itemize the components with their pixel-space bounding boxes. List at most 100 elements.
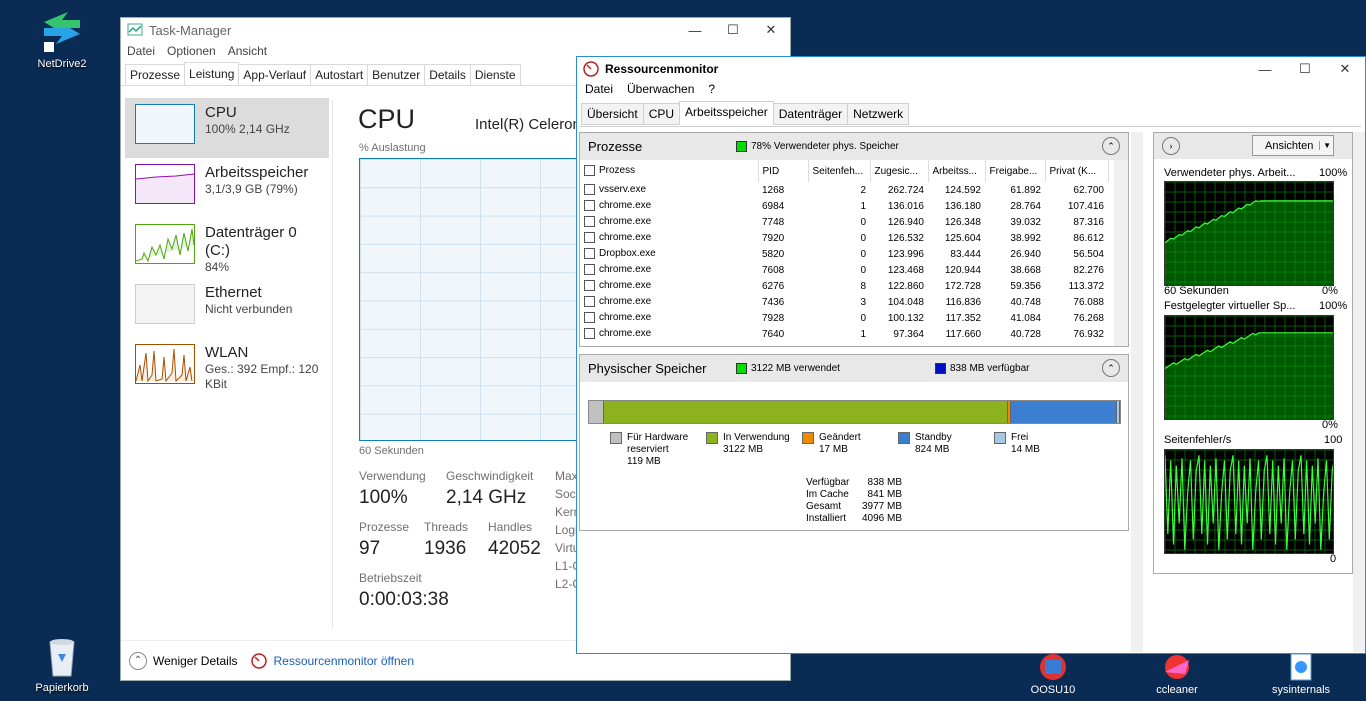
memory-bar-segment-standby bbox=[1010, 401, 1118, 423]
column-header-zugesichert[interactable]: Zugesic... bbox=[870, 160, 929, 182]
resource-wlan[interactable]: WLAN Ges.: 392 Empf.: 120 KBit bbox=[125, 338, 329, 398]
minimize-button[interactable]: — bbox=[1245, 57, 1285, 81]
tab-details[interactable]: Details bbox=[424, 64, 471, 85]
tab-benutzer[interactable]: Benutzer bbox=[367, 64, 426, 85]
table-row[interactable]: Dropbox.exe 5820 0 123.996 83.444 26.940 56.50… bbox=[580, 246, 1108, 262]
desktop-icon-recycle-bin[interactable]: Papierkorb bbox=[27, 632, 97, 694]
summary-row: Im Cache 841 MB bbox=[806, 489, 902, 501]
select-all-checkbox[interactable] bbox=[584, 165, 595, 177]
spec-label: Logi bbox=[555, 523, 578, 537]
summary-label: Verfügbar bbox=[806, 477, 850, 488]
maximize-button[interactable]: ☐ bbox=[714, 18, 752, 42]
process-name-cell: chrome.exe bbox=[580, 230, 758, 246]
chevron-up-icon[interactable]: ⌃ bbox=[129, 651, 147, 670]
column-header-arbeitssatz[interactable]: Arbeitss... bbox=[928, 160, 986, 182]
row-checkbox[interactable] bbox=[584, 200, 595, 212]
menu-optionen[interactable]: Optionen bbox=[167, 44, 216, 58]
row-checkbox[interactable] bbox=[584, 312, 595, 324]
physical-memory-header[interactable]: Physischer Speicher 3122 MB verwendet 83… bbox=[580, 355, 1128, 382]
table-cell: 76.268 bbox=[1073, 312, 1104, 324]
table-row[interactable]: vsserv.exe 1268 2 262.724 124.592 61.892 62.70… bbox=[580, 182, 1108, 198]
summary-value: 3977 MB bbox=[861, 501, 902, 512]
tab-app-verlauf[interactable]: App-Verlauf bbox=[238, 64, 312, 85]
tab-netzwerk[interactable]: Netzwerk bbox=[847, 103, 910, 125]
row-checkbox[interactable] bbox=[584, 232, 595, 244]
table-row[interactable]: chrome.exe 7608 0 123.468 120.944 38.668 82.27… bbox=[580, 262, 1108, 278]
menu-datei[interactable]: Datei bbox=[127, 44, 155, 58]
process-name-cell: chrome.exe bbox=[580, 310, 758, 326]
row-checkbox[interactable] bbox=[584, 328, 595, 340]
table-row[interactable]: chrome.exe 7748 0 126.940 126.348 39.032 87.31… bbox=[580, 214, 1108, 230]
tab-leistung[interactable]: Leistung bbox=[184, 62, 240, 85]
menu-datei[interactable]: Datei bbox=[585, 82, 613, 96]
table-row[interactable]: chrome.exe 7640 1 97.364 117.660 40.728 76.932 bbox=[580, 326, 1108, 342]
resource-cpu[interactable]: CPU 100% 2,14 GHz bbox=[125, 98, 329, 158]
desktop-icon-sysinternals[interactable]: sysinternals bbox=[1261, 652, 1341, 696]
table-row[interactable]: chrome.exe 7436 3 104.048 116.836 40.748 76.08… bbox=[580, 294, 1108, 310]
row-checkbox[interactable] bbox=[584, 296, 595, 308]
processes-header[interactable]: Prozesse 78% Verwendeter phys. Speicher … bbox=[580, 133, 1128, 160]
table-row[interactable]: chrome.exe 7920 0 126.532 125.604 38.992 86.61… bbox=[580, 230, 1108, 246]
menu-ueberwachen[interactable]: Überwachen bbox=[627, 82, 694, 96]
row-checkbox[interactable] bbox=[584, 184, 595, 196]
desktop-icon-ccleaner[interactable]: ccleaner bbox=[1137, 652, 1217, 696]
table-cell: 5820 bbox=[762, 248, 785, 260]
row-checkbox[interactable] bbox=[584, 248, 595, 260]
views-button[interactable]: Ansichten ▼ bbox=[1252, 135, 1334, 156]
table-row[interactable]: chrome.exe 6276 8 122.860 172.728 59.356 113.3… bbox=[580, 278, 1108, 294]
chevron-right-icon[interactable]: › bbox=[1162, 137, 1180, 155]
resource-disk[interactable]: Datenträger 0 (C:) 84% bbox=[125, 218, 329, 278]
table-cell: 38.992 bbox=[1010, 232, 1041, 244]
column-header-seitenfehler[interactable]: Seitenfeh... bbox=[808, 160, 871, 182]
table-header: Prozess PID Seitenfeh... Zugesic... Arbe… bbox=[580, 160, 1109, 182]
tab-datentraeger[interactable]: Datenträger bbox=[772, 103, 849, 125]
collapse-icon[interactable]: ⌃ bbox=[1102, 359, 1120, 377]
process-scrollbar[interactable] bbox=[1114, 160, 1128, 346]
column-header-pid[interactable]: PID bbox=[758, 160, 809, 182]
column-header-prozess[interactable]: Prozess bbox=[580, 160, 759, 182]
column-header-privat[interactable]: Privat (K... bbox=[1045, 160, 1109, 182]
legend-swatch bbox=[898, 432, 910, 444]
graph-title: Festgelegter virtueller Sp... bbox=[1164, 300, 1296, 312]
process-name-cell: vsserv.exe bbox=[580, 182, 758, 198]
collapse-icon[interactable]: ⌃ bbox=[1102, 137, 1120, 155]
maximize-button[interactable]: ☐ bbox=[1285, 57, 1325, 81]
close-button[interactable]: ✕ bbox=[752, 18, 790, 42]
resource-memory[interactable]: Arbeitsspeicher 3,1/3,9 GB (79%) bbox=[125, 158, 329, 218]
tab-cpu[interactable]: CPU bbox=[642, 103, 681, 125]
row-checkbox[interactable] bbox=[584, 280, 595, 292]
resource-ethernet[interactable]: Ethernet Nicht verbunden bbox=[125, 278, 329, 338]
tab-uebersicht[interactable]: Übersicht bbox=[581, 103, 644, 125]
row-checkbox[interactable] bbox=[584, 216, 595, 228]
menu-help[interactable]: ? bbox=[708, 82, 715, 96]
table-cell: 82.276 bbox=[1073, 264, 1104, 276]
desktop-icon-oosu10[interactable]: OOSU10 bbox=[1013, 652, 1093, 696]
pane-divider[interactable] bbox=[332, 100, 333, 628]
processes-panel: Prozesse 78% Verwendeter phys. Speicher … bbox=[579, 132, 1129, 347]
minimize-button[interactable]: — bbox=[676, 18, 714, 42]
open-resource-monitor-link[interactable]: Ressourcenmonitor öffnen bbox=[273, 654, 414, 668]
stat-value: 100% bbox=[359, 487, 408, 508]
table-row[interactable]: chrome.exe 7928 0 100.132 117.352 41.084 76.26… bbox=[580, 310, 1108, 326]
legend-item: In Verwendung 3122 MB bbox=[706, 432, 803, 456]
menu-ansicht[interactable]: Ansicht bbox=[228, 44, 267, 58]
table-row[interactable]: chrome.exe 6984 1 136.016 136.180 28.764 107.4… bbox=[580, 198, 1108, 214]
table-cell: 7436 bbox=[762, 296, 785, 308]
graph-title: Verwendeter phys. Arbeit... bbox=[1164, 167, 1296, 179]
row-checkbox[interactable] bbox=[584, 264, 595, 276]
table-cell: 41.084 bbox=[1010, 312, 1041, 324]
column-header-freigabe[interactable]: Freigabe... bbox=[985, 160, 1046, 182]
graph-scrollbar[interactable] bbox=[1353, 132, 1365, 652]
tab-dienste[interactable]: Dienste bbox=[469, 64, 521, 85]
tab-prozesse[interactable]: Prozesse bbox=[125, 64, 186, 85]
memory-bar-segment-inuse bbox=[604, 401, 1008, 423]
detail-heading: CPU bbox=[358, 104, 416, 134]
tab-autostart[interactable]: Autostart bbox=[310, 64, 369, 85]
desktop-icon-netdrive[interactable]: NetDrive2 bbox=[27, 8, 97, 70]
task-manager-icon bbox=[127, 22, 143, 38]
tab-arbeitsspeicher[interactable]: Arbeitsspeicher bbox=[679, 101, 774, 125]
fewer-details-link[interactable]: Weniger Details bbox=[153, 654, 237, 668]
close-button[interactable]: ✕ bbox=[1325, 57, 1365, 81]
used-swatch bbox=[736, 363, 747, 374]
main-scrollbar[interactable] bbox=[1131, 132, 1143, 652]
